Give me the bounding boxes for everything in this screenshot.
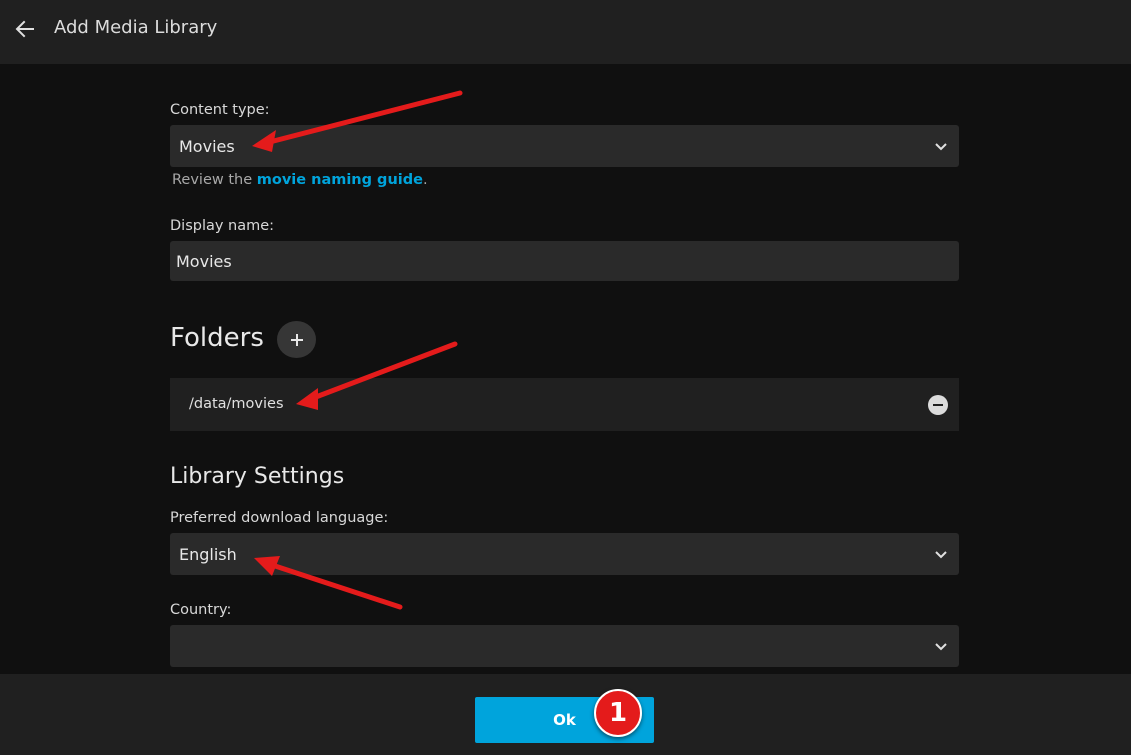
minus-circle-icon[interactable]	[928, 395, 948, 415]
chevron-down-icon	[935, 551, 947, 559]
country-label: Country:	[170, 602, 232, 618]
country-select[interactable]	[170, 625, 959, 667]
arrow-left-icon	[15, 20, 34, 38]
chevron-down-icon	[935, 143, 947, 151]
step-badge: 1	[594, 689, 642, 737]
library-settings-title: Library Settings	[170, 464, 345, 489]
plus-icon	[290, 333, 303, 346]
display-name-input[interactable]	[170, 241, 959, 281]
content-type-label: Content type:	[170, 102, 270, 118]
hint-prefix: Review the	[172, 172, 257, 188]
folders-title: Folders	[170, 323, 264, 353]
language-select[interactable]: English	[170, 533, 959, 575]
header-bar: Add Media Library	[0, 0, 1131, 64]
add-media-library-page: Add Media Library Content type: Movies R…	[0, 0, 1131, 755]
footer-bar: Ok	[0, 674, 1131, 755]
page-title: Add Media Library	[54, 17, 218, 38]
add-folder-button[interactable]	[277, 321, 316, 358]
naming-guide-hint: Review the movie naming guide.	[172, 172, 428, 188]
hint-suffix: .	[422, 172, 428, 188]
language-value: English	[179, 544, 237, 564]
display-name-label: Display name:	[170, 218, 275, 234]
language-label: Preferred download language:	[170, 510, 389, 526]
content-type-value: Movies	[179, 136, 235, 156]
folder-list-item: /data/movies	[170, 378, 959, 431]
folder-path: /data/movies	[189, 396, 284, 412]
chevron-down-icon	[935, 643, 947, 651]
movie-naming-guide-link[interactable]: movie naming guide	[257, 172, 423, 188]
content-type-select[interactable]: Movies	[170, 125, 959, 167]
back-button[interactable]	[10, 14, 40, 44]
